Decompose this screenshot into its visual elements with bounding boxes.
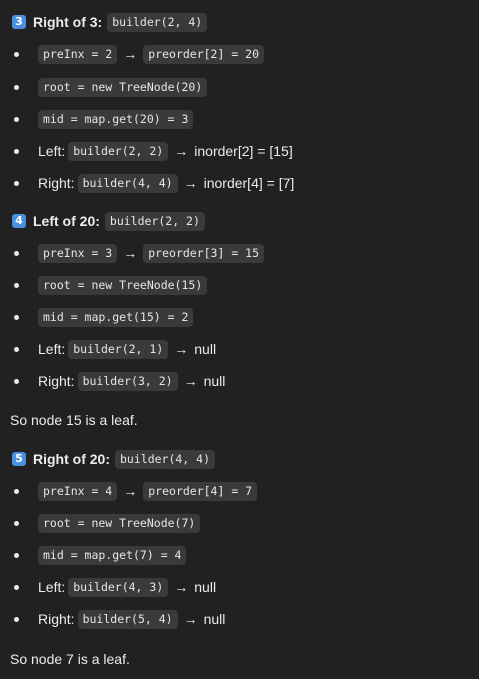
list-item: root = new TreeNode(7)	[14, 512, 201, 534]
item-label: Right:	[38, 611, 75, 627]
arrow-icon: →	[123, 245, 138, 261]
item-text: inorder[2] = [15]	[194, 143, 293, 159]
list-item: mid = map.get(7) = 4	[14, 544, 187, 566]
inline-code: preInx = 4	[38, 481, 118, 501]
bullet-icon	[14, 520, 19, 526]
inline-code: preorder[3] = 15	[143, 243, 265, 263]
inline-code: root = new TreeNode(20)	[38, 77, 208, 97]
list-item: Left: builder(4, 3) → null	[14, 576, 216, 598]
section-heading-right-of-3: 3 Right of 3: builder(2, 4)	[12, 11, 208, 33]
arrow-icon: →	[183, 175, 198, 191]
bullet-icon	[14, 250, 19, 256]
paragraph: So node 15 is a leaf.	[10, 412, 138, 428]
arrow-icon: →	[183, 611, 198, 627]
item-text: null	[194, 341, 217, 357]
inline-code: mid = map.get(15) = 2	[38, 307, 194, 327]
item-label: Right:	[38, 175, 75, 191]
bullet-icon	[14, 488, 19, 494]
inline-code: root = new TreeNode(7)	[38, 513, 201, 533]
list-item: preInx = 3 → preorder[3] = 15	[14, 242, 265, 264]
list-item: Right: builder(4, 4) → inorder[4] = [7]	[14, 172, 294, 194]
list-item: mid = map.get(15) = 2	[14, 306, 194, 328]
inline-code: builder(3, 2)	[77, 371, 178, 391]
item-label: Right:	[38, 373, 75, 389]
paragraph: So node 7 is a leaf.	[10, 651, 130, 667]
item-label: Left:	[38, 341, 66, 357]
list-item: Right: builder(5, 4) → null	[14, 608, 225, 630]
arrow-icon: →	[183, 373, 198, 389]
list-item: Left: builder(2, 2) → inorder[2] = [15]	[14, 140, 293, 162]
keycap-4-icon: 4	[12, 214, 26, 228]
bullet-icon	[14, 148, 19, 154]
bullet-icon	[14, 616, 19, 622]
list-item: Right: builder(3, 2) → null	[14, 370, 225, 392]
inline-code: builder(4, 3)	[68, 577, 169, 597]
bullet-icon	[14, 180, 19, 186]
arrow-icon: →	[174, 579, 189, 595]
item-label: Left:	[38, 579, 66, 595]
item-text: inorder[4] = [7]	[203, 175, 295, 191]
bullet-icon	[14, 282, 19, 288]
bullet-icon	[14, 584, 19, 590]
arrow-icon: →	[174, 143, 189, 159]
inline-code: preorder[4] = 7	[143, 481, 258, 501]
item-text: null	[203, 611, 226, 627]
inline-code: preInx = 3	[38, 243, 118, 263]
list-item: root = new TreeNode(15)	[14, 274, 208, 296]
bullet-icon	[14, 378, 19, 384]
bullet-icon	[14, 346, 19, 352]
inline-code: builder(4, 4)	[115, 449, 216, 469]
section-heading-left-of-20: 4 Left of 20: builder(2, 2)	[12, 210, 205, 232]
inline-code: root = new TreeNode(15)	[38, 275, 208, 295]
inline-code: builder(2, 1)	[68, 339, 169, 359]
inline-code: builder(2, 2)	[104, 211, 205, 231]
inline-code: builder(2, 2)	[68, 141, 169, 161]
document: 3 Right of 3: builder(2, 4) preInx = 2 →…	[0, 0, 479, 679]
arrow-icon: →	[123, 46, 138, 62]
bullet-icon	[14, 314, 19, 320]
bullet-icon	[14, 84, 19, 90]
inline-code: builder(4, 4)	[77, 173, 178, 193]
list-item: preInx = 2 → preorder[2] = 20	[14, 43, 265, 65]
bullet-icon	[14, 116, 19, 122]
item-text: null	[203, 373, 226, 389]
arrow-icon: →	[174, 341, 189, 357]
inline-code: preorder[2] = 20	[143, 44, 265, 64]
inline-code: builder(2, 4)	[107, 12, 208, 32]
keycap-3-icon: 3	[12, 15, 26, 29]
bullet-icon	[14, 51, 19, 57]
list-item: mid = map.get(20) = 3	[14, 108, 194, 130]
list-item: preInx = 4 → preorder[4] = 7	[14, 480, 258, 502]
keycap-5-icon: 5	[12, 452, 26, 466]
bullet-icon	[14, 552, 19, 558]
inline-code: preInx = 2	[38, 44, 118, 64]
inline-code: builder(5, 4)	[77, 609, 178, 629]
heading-text: Right of 3:	[33, 14, 103, 30]
inline-code: mid = map.get(7) = 4	[38, 545, 187, 565]
list-item: Left: builder(2, 1) → null	[14, 338, 216, 360]
inline-code: mid = map.get(20) = 3	[38, 109, 194, 129]
item-label: Left:	[38, 143, 66, 159]
section-heading-right-of-20: 5 Right of 20: builder(4, 4)	[12, 448, 216, 470]
list-item: root = new TreeNode(20)	[14, 76, 208, 98]
item-text: null	[194, 579, 217, 595]
arrow-icon: →	[123, 483, 138, 499]
heading-text: Right of 20:	[33, 451, 110, 467]
heading-text: Left of 20:	[33, 213, 100, 229]
